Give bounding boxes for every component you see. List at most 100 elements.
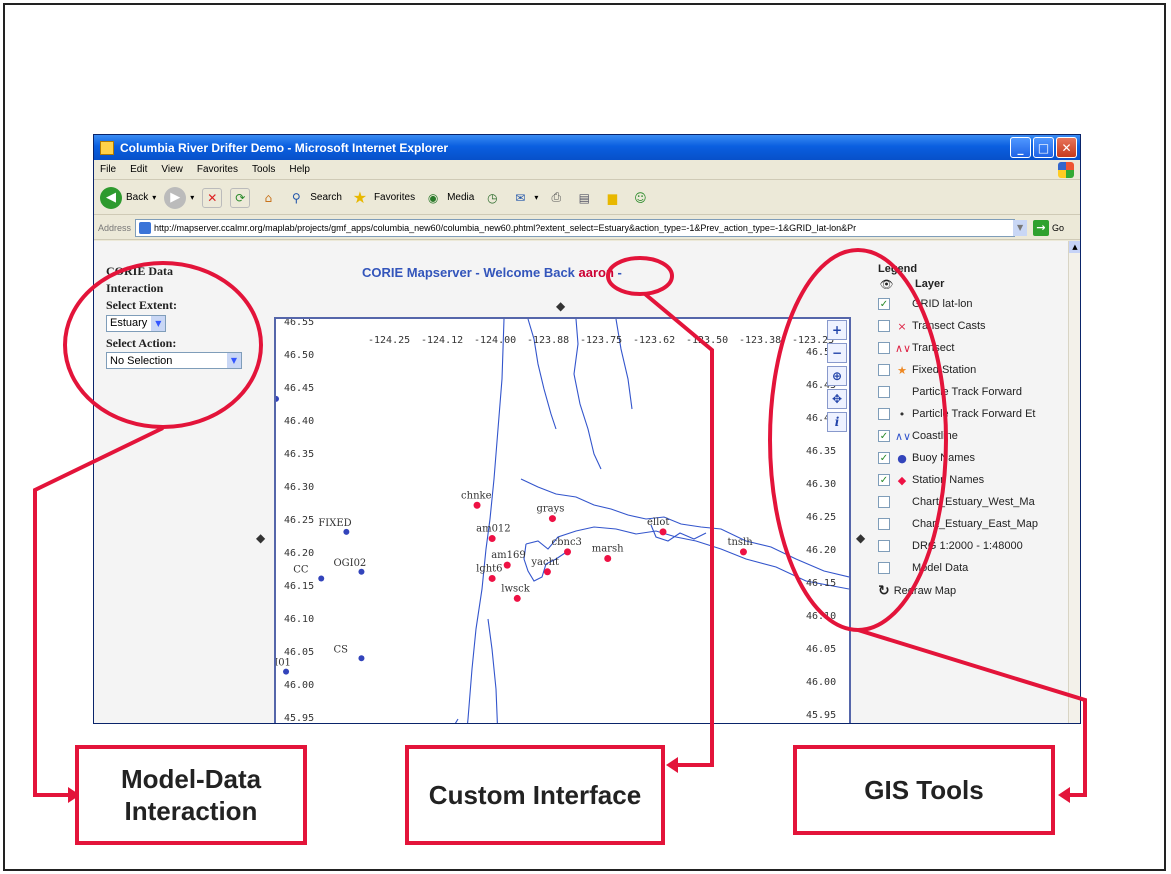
legend-row-11[interactable]: DRG 1:2000 - 1:48000	[878, 535, 1056, 557]
zoom-in-icon[interactable]: +	[827, 320, 847, 340]
y-tick-label-left: 46.00	[284, 680, 314, 691]
legend-row-9[interactable]: Chart_Estuary_West_Ma	[878, 491, 1056, 513]
forward-button[interactable]: ▶ ▾	[164, 186, 194, 209]
legend-row-6[interactable]: ✓ ∧∨ Coastline	[878, 425, 1056, 447]
go-arrow-icon: →	[1033, 219, 1050, 236]
layer-checkbox[interactable]	[878, 364, 890, 376]
star-icon: ★	[352, 188, 368, 207]
layer-checkbox[interactable]	[878, 386, 890, 398]
layer-label: Particle Track Forward Et	[912, 408, 1036, 420]
zoom-out-icon[interactable]: −	[827, 343, 847, 363]
minimize-button[interactable]: _	[1010, 137, 1031, 158]
y-tick-label-right: 45.95	[806, 710, 836, 721]
layer-checkbox[interactable]: ✓	[878, 452, 890, 464]
mail-button[interactable]: ✉ ▾	[510, 188, 538, 208]
favorites-button[interactable]: ★ Favorites	[350, 188, 415, 208]
legend-row-12[interactable]: Model Data	[878, 557, 1056, 579]
coastline-path-1	[520, 478, 849, 578]
stop-icon: ✕	[202, 187, 223, 208]
menu-tools[interactable]: Tools	[252, 164, 275, 175]
pan-north-arrow-icon[interactable]: ◆	[556, 299, 565, 313]
station-point	[739, 548, 747, 556]
legend-row-0[interactable]: ✓ GRID lat-lon	[878, 293, 1056, 315]
layer-label: Particle Track Forward	[912, 386, 1023, 398]
pan-east-arrow-icon[interactable]: ◆	[856, 531, 865, 545]
y-tick-label-right: 46.15	[806, 578, 836, 589]
vertical-scrollbar[interactable]: ▲	[1068, 241, 1080, 723]
address-dropdown-icon[interactable]: ▼	[1013, 219, 1028, 236]
station-point	[564, 548, 572, 556]
layer-checkbox[interactable]	[878, 562, 890, 574]
model-data-interaction-callout: Model-Data Interaction	[75, 745, 307, 845]
layer-checkbox[interactable]	[878, 342, 890, 354]
refresh-button[interactable]: ⟳	[230, 187, 251, 208]
action-select[interactable]: No Selection ▼	[106, 352, 242, 369]
layer-checkbox[interactable]	[878, 540, 890, 552]
go-button[interactable]: → Go	[1033, 219, 1064, 236]
edit-button[interactable]: ▤	[574, 188, 594, 208]
layer-checkbox[interactable]	[878, 496, 890, 508]
scroll-up-icon[interactable]: ▲	[1069, 241, 1080, 253]
map-canvas[interactable]: -124.25 -124.12 -124.00 -123.88 -123.75 -123.…	[276, 319, 849, 724]
forward-arrow-icon: ▶	[164, 186, 187, 209]
back-button[interactable]: ◀ Back ▾	[100, 186, 156, 209]
address-input[interactable]: http://mapserver.ccalmr.org/maplab/proje…	[135, 218, 1016, 237]
legend-row-8[interactable]: ✓ ◆ Station Names	[878, 469, 1056, 491]
legend-row-2[interactable]: ∧∨ Transect	[878, 337, 1056, 359]
station-point	[659, 528, 667, 536]
legend-row-3[interactable]: ★ Fixed Station	[878, 359, 1056, 381]
layer-symbol-icon: ●	[897, 451, 907, 465]
info-icon[interactable]: i	[827, 412, 847, 432]
folder-button[interactable]: ▆	[602, 188, 622, 208]
panel-title-line1: CORIE Data	[106, 264, 174, 278]
layer-checkbox[interactable]	[878, 518, 890, 530]
maximize-button[interactable]: □	[1033, 137, 1054, 158]
stop-button[interactable]: ✕	[202, 187, 223, 208]
menu-view[interactable]: View	[161, 164, 183, 175]
layer-checkbox[interactable]: ✓	[878, 474, 890, 486]
layer-checkbox[interactable]	[878, 320, 890, 332]
messenger-button[interactable]: ☺	[630, 188, 650, 208]
pan-tool-icon[interactable]: ✥	[827, 389, 847, 409]
coastline-path-0	[467, 319, 505, 723]
home-button[interactable]: ⌂	[258, 188, 278, 208]
back-arrow-icon: ◀	[100, 186, 122, 209]
menu-help[interactable]: Help	[289, 164, 310, 175]
layer-checkbox[interactable]	[878, 408, 890, 420]
legend-row-10[interactable]: Chart_Estuary_East_Map	[878, 513, 1056, 535]
y-tick-label-right: 46.05	[806, 644, 836, 655]
print-button[interactable]: ⎙	[546, 188, 566, 208]
station-label: marsh	[592, 544, 624, 555]
title-bar[interactable]: Columbia River Drifter Demo - Microsoft …	[94, 135, 1080, 160]
y-tick-label-left: 46.25	[284, 515, 314, 526]
menu-favorites[interactable]: Favorites	[197, 164, 238, 175]
legend-row-4[interactable]: Particle Track Forward	[878, 381, 1056, 403]
map-view[interactable]: -124.25 -124.12 -124.00 -123.88 -123.75 -123.…	[274, 317, 851, 724]
close-button[interactable]: ✕	[1056, 137, 1077, 158]
layer-label: Chart_Estuary_West_Ma	[912, 496, 1035, 508]
search-button[interactable]: ⚲ Search	[286, 188, 342, 208]
legend-row-7[interactable]: ✓ ● Buoy Names	[878, 447, 1056, 469]
station-point	[548, 515, 556, 523]
menu-edit[interactable]: Edit	[130, 164, 147, 175]
station-point	[503, 561, 511, 569]
chevron-down-icon: ▼	[227, 353, 241, 368]
station-label: lght6	[476, 563, 502, 574]
media-button[interactable]: ◉ Media	[423, 188, 475, 208]
zoom-extent-icon[interactable]: ⊕	[827, 366, 847, 386]
extent-select[interactable]: Estuary ▼	[106, 314, 167, 332]
menu-file[interactable]: File	[100, 164, 116, 175]
redraw-map-button[interactable]: ↻ Redraw Map	[878, 583, 1056, 599]
legend-row-5[interactable]: • Particle Track Forward Et	[878, 403, 1056, 425]
layer-checkbox[interactable]: ✓	[878, 430, 890, 442]
welcome-header: CORIE Mapserver - Welcome Back aaron -	[362, 265, 622, 280]
history-button[interactable]: ◷	[482, 188, 502, 208]
station-label: lwsck	[501, 583, 530, 594]
y-tick-label-right: 46.20	[806, 545, 836, 556]
station-point	[473, 501, 481, 509]
legend-row-1[interactable]: × Transect Casts	[878, 315, 1056, 337]
address-bar: Address http://mapserver.ccalmr.org/mapl…	[94, 216, 1080, 240]
pan-west-arrow-icon[interactable]: ◆	[256, 531, 265, 545]
layer-checkbox[interactable]: ✓	[878, 298, 890, 310]
buoy-label: FIXED	[318, 518, 351, 529]
